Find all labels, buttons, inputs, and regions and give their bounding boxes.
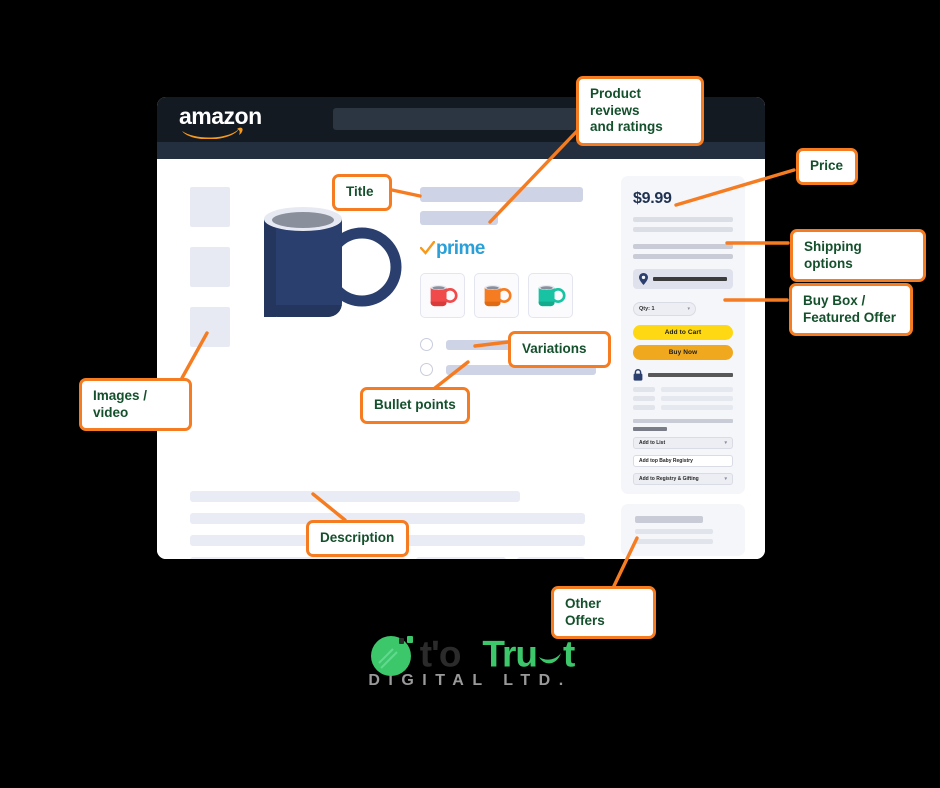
brand-word-1b: o	[438, 633, 462, 675]
add-to-list-label: Add to List	[639, 440, 666, 446]
prime-badge: prime	[420, 238, 620, 258]
screenshot-root: amazon prime $9.99 Qty: 1 ▾ Add to Cart …	[0, 0, 940, 788]
thumbnail-1[interactable]	[190, 187, 230, 227]
annotation-bullet-points: Bullet points	[360, 387, 470, 424]
offer-line-placeholder	[635, 529, 713, 534]
amazon-product-page-mock: amazon prime $9.99 Qty: 1 ▾ Add to Cart …	[157, 97, 765, 559]
description-line	[190, 557, 405, 559]
brand-logo: t'o Tru t	[366, 630, 575, 678]
amazon-smile-icon	[182, 127, 243, 139]
lock-icon	[633, 369, 643, 381]
quantity-label: Qty: 1	[639, 306, 655, 312]
product-price: $9.99	[633, 190, 672, 207]
description-line	[416, 557, 506, 559]
buybox-meta-row	[633, 387, 733, 392]
annotation-other-offers: Other Offers	[551, 586, 656, 640]
chevron-down-icon: ▾	[724, 475, 727, 482]
add-to-cart-button[interactable]: Add to Cart	[633, 325, 733, 340]
chevron-down-icon: ▾	[687, 305, 690, 312]
shipping-info-line	[633, 244, 733, 249]
delivery-address-placeholder	[653, 277, 727, 281]
offer-line-placeholder	[635, 539, 713, 544]
image-thumbnail-rail	[190, 187, 230, 367]
thumbnail-2[interactable]	[190, 247, 230, 287]
annotation-images-video: Images / video	[79, 378, 192, 432]
add-to-baby-registry-button[interactable]: Add top Baby Registry	[633, 455, 733, 467]
brand-word-2b: t	[562, 633, 575, 675]
brand-leaf-icon	[538, 653, 561, 664]
brand-circle-icon	[370, 636, 413, 676]
annotation-shipping-options: Shipping options	[790, 229, 926, 283]
buybox-meta-row	[633, 405, 733, 410]
offer-title-placeholder	[635, 516, 703, 523]
radio-icon[interactable]	[420, 363, 433, 376]
meta-value	[661, 405, 733, 410]
add-to-list-select[interactable]: Add to List ▾	[633, 437, 733, 449]
secure-text-placeholder	[648, 373, 733, 377]
brand-word-2a: Tru	[482, 633, 538, 675]
delivery-location-row[interactable]	[633, 269, 733, 289]
product-title-line-2	[420, 211, 498, 225]
annotation-buy-box: Buy Box / Featured Offer	[789, 283, 913, 337]
annotation-title: Title	[332, 174, 392, 211]
mug-icon-orange	[484, 285, 512, 307]
product-detail-body: prime $9.99 Qty: 1 ▾ Add to Cart Buy Now…	[157, 159, 765, 559]
description-last-row	[190, 557, 585, 559]
annotation-variations: Variations	[508, 331, 611, 368]
other-offers-panel[interactable]	[621, 504, 745, 556]
product-hero-image[interactable]	[252, 195, 407, 335]
thumbnail-3[interactable]	[190, 307, 230, 347]
shipping-info-line	[633, 254, 733, 259]
brand-footer: t'o Tru t DIGITAL LTD.	[0, 630, 940, 690]
description-line	[190, 491, 520, 502]
buybox-tail-line	[633, 419, 733, 423]
prime-label: prime	[436, 237, 485, 259]
mug-icon-red	[430, 285, 458, 307]
meta-value	[661, 387, 733, 392]
buybox-tail-line-short	[633, 427, 667, 431]
location-pin-icon	[639, 273, 648, 285]
description-line	[517, 557, 585, 559]
quantity-select[interactable]: Qty: 1 ▾	[633, 302, 696, 316]
brand-word-1a: t'	[419, 633, 440, 675]
add-to-registry-gifting-select[interactable]: Add to Registry & Gifting ▾	[633, 473, 733, 485]
buybox-info-line	[633, 217, 733, 222]
variation-teal-mug[interactable]	[528, 273, 573, 318]
annotation-description: Description	[306, 520, 409, 557]
buy-box: $9.99 Qty: 1 ▾ Add to Cart Buy Now Add t…	[621, 176, 745, 494]
chevron-down-icon: ▾	[724, 439, 727, 446]
amazon-logo[interactable]: amazon	[179, 105, 262, 128]
product-title-line-1	[420, 187, 583, 202]
buy-now-button[interactable]: Buy Now	[633, 345, 733, 360]
mug-icon-teal	[538, 285, 566, 307]
add-to-baby-registry-label: Add top Baby Registry	[639, 458, 693, 464]
meta-key	[633, 387, 655, 392]
annotation-product-reviews: Product reviews and ratings	[576, 76, 704, 147]
meta-value	[661, 396, 733, 401]
meta-key	[633, 396, 655, 401]
buybox-info-line	[633, 227, 733, 232]
buybox-meta-row	[633, 396, 733, 401]
check-icon	[420, 240, 435, 255]
radio-icon[interactable]	[420, 338, 433, 351]
variation-orange-mug[interactable]	[474, 273, 519, 318]
variation-swatch-list	[420, 273, 620, 318]
add-to-registry-gifting-label: Add to Registry & Gifting	[639, 476, 699, 482]
annotation-price: Price	[796, 148, 858, 185]
secure-transaction-row	[633, 369, 733, 381]
variation-red-mug[interactable]	[420, 273, 465, 318]
meta-key	[633, 405, 655, 410]
